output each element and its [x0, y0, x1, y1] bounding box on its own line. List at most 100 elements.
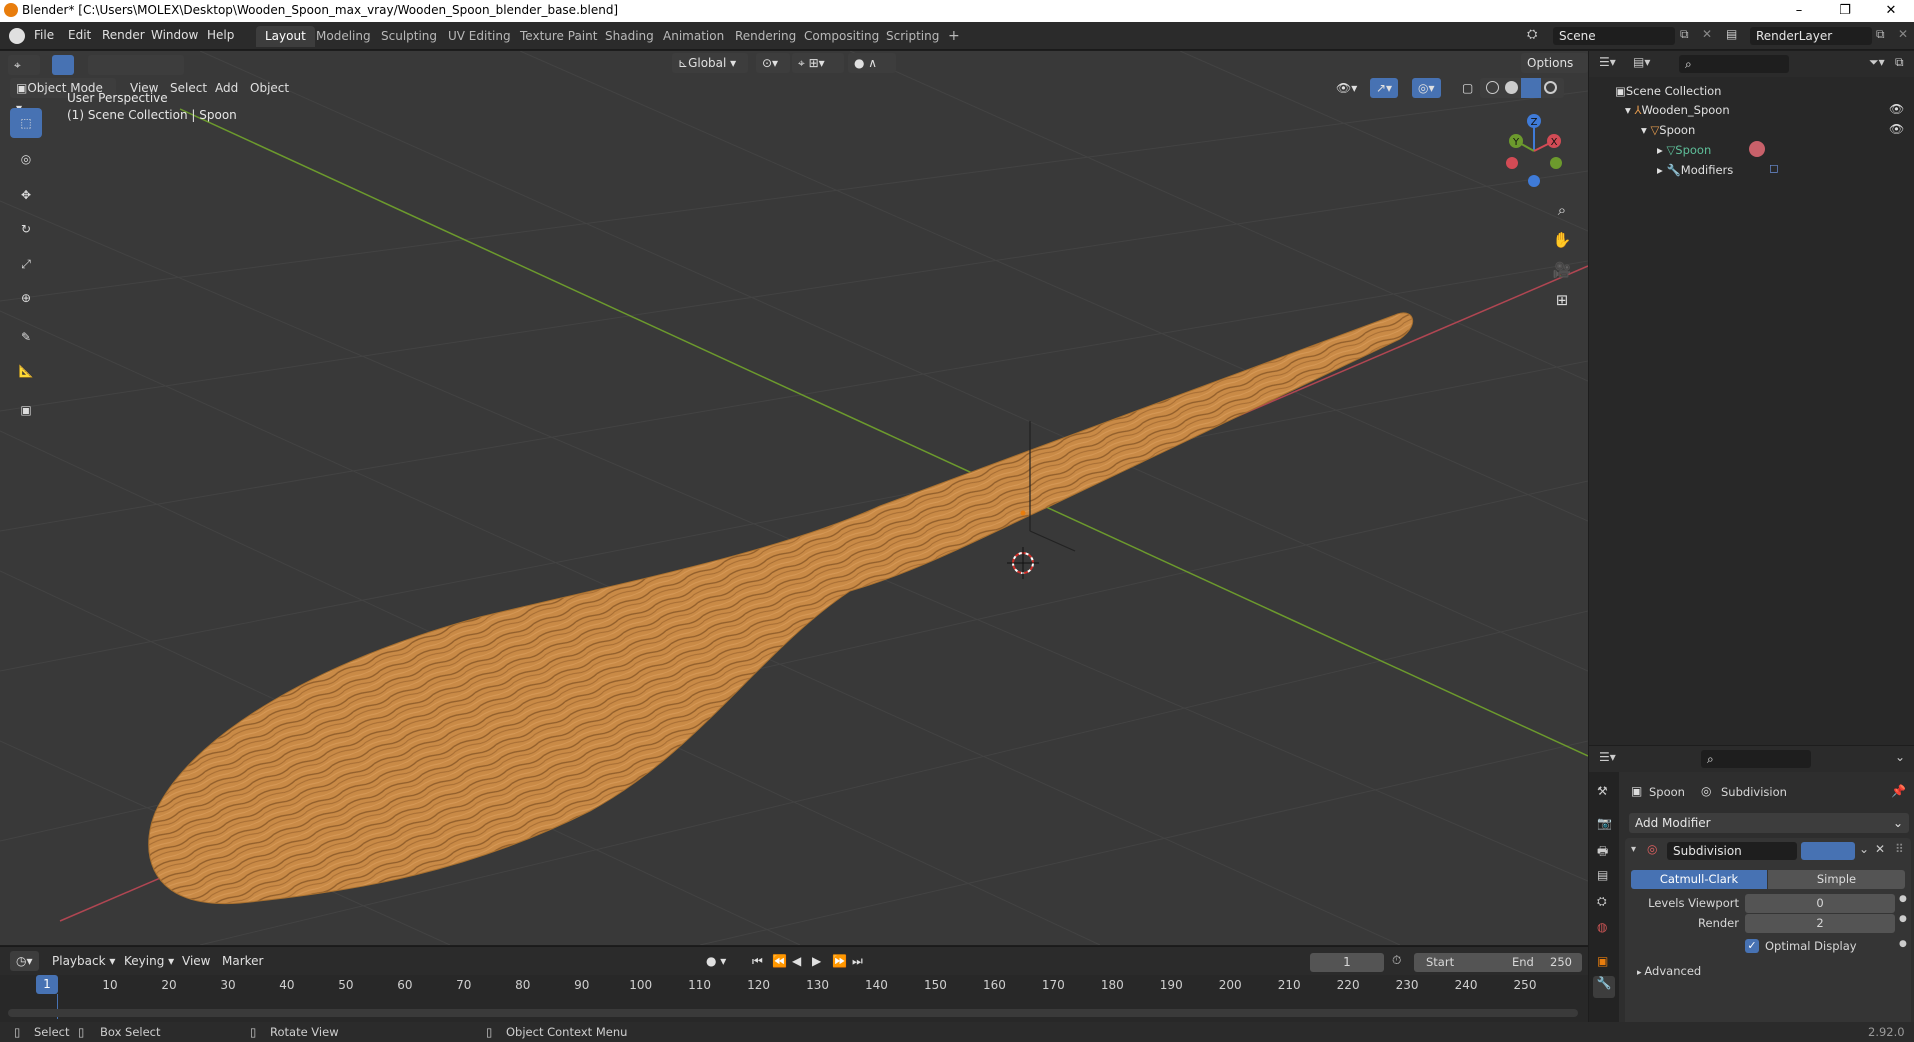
current-frame-field[interactable]: 1 — [1310, 953, 1384, 972]
tab-layout[interactable]: Layout — [256, 26, 315, 47]
end-frame-field[interactable]: End 250 — [1502, 953, 1582, 972]
modifier-tab-icon[interactable]: 🔧 — [1593, 976, 1615, 998]
transform-orientation-dropdown[interactable]: ⊾ Global ▾ — [672, 53, 748, 73]
editor-type-icon[interactable]: ☰▾ — [1599, 55, 1616, 69]
tool-tab-icon[interactable]: ⚒ — [1597, 784, 1608, 798]
object-tab-icon[interactable]: ▣ — [1597, 954, 1608, 968]
modifier-name-field[interactable]: Subdivision — [1667, 842, 1797, 860]
timeline[interactable]: ◷▾ Playback ▾ Keying ▾ View Marker ● ▾ ⏮… — [0, 946, 1588, 1023]
scene-icon[interactable]: ⛭ — [1527, 27, 1545, 45]
3d-viewport[interactable]: ⌖ ⊾ Global ▾ ⊙▾ ⌖ ⊞▾ ● ∧ Options ▾ ▣ Obj… — [0, 51, 1588, 945]
outliner-item-spoon-object[interactable]: ▾ ▽ Spoon — [1641, 123, 1695, 137]
drag-handle-icon[interactable]: ⠿ — [1895, 842, 1904, 856]
scale-tool-icon[interactable]: ⤢ — [10, 249, 42, 279]
menu-file[interactable]: File — [34, 28, 54, 42]
visibility-eye-icon[interactable]: 👁 — [1889, 122, 1904, 136]
view-layer-icon[interactable]: ▤ — [1726, 27, 1737, 41]
menu-select[interactable]: Select — [164, 78, 213, 98]
properties-search-input[interactable]: ⌕ — [1701, 750, 1811, 768]
outliner[interactable]: ☰▾ ▤▾ ⌕ ⏷▾ ⧉ ▣ Scene Collection ▾ ⅄ Wood… — [1589, 51, 1914, 745]
visibility-eye-icon[interactable]: 👁 — [1889, 102, 1904, 116]
wireframe-shading-icon[interactable] — [1486, 81, 1499, 94]
keyframe-dot-icon[interactable]: ● — [1899, 939, 1907, 949]
editor-type-icon[interactable]: ◷▾ — [10, 951, 39, 971]
tab-texture-paint[interactable]: Texture Paint — [511, 26, 606, 47]
tab-rendering[interactable]: Rendering — [726, 26, 805, 47]
pan-hand-icon[interactable]: ✋ — [1548, 226, 1576, 254]
outliner-item-spoon-mesh[interactable]: ▸ ▽ Spoon — [1657, 143, 1711, 157]
chevron-down-icon[interactable]: ⌄ — [1895, 750, 1905, 764]
visibility-dropdown[interactable]: 👁▾ — [1330, 78, 1363, 98]
chevron-down-icon[interactable]: ⌄ — [1859, 842, 1869, 856]
properties-editor[interactable]: ☰▾ ⌕ ⌄ ⚒ 📷 🖶 ▤ ⛭ ◍ ▣ 🔧 ▣ Spoon ◎ Subdivi… — [1589, 746, 1914, 1042]
outliner-item-modifiers[interactable]: ▸ 🔧 Modifiers — [1657, 163, 1733, 177]
play-reverse-icon[interactable]: ◀ — [786, 951, 807, 971]
simple-button[interactable]: Simple — [1768, 870, 1905, 889]
select-box-tool-icon[interactable] — [52, 55, 74, 75]
advanced-subpanel[interactable]: ▸ Advanced — [1637, 964, 1701, 978]
annotate-tool-icon[interactable]: ✎ — [10, 322, 42, 352]
cursor-tool-icon[interactable]: ◎ — [10, 144, 42, 174]
scene-name-field[interactable]: Scene — [1553, 27, 1675, 45]
catmull-clark-button[interactable]: Catmull-Clark — [1631, 870, 1767, 889]
tab-uv-editing[interactable]: UV Editing — [439, 26, 520, 47]
new-scene-icon[interactable]: ⧉ — [1680, 27, 1689, 42]
minimize-button[interactable]: – — [1776, 0, 1822, 22]
menu-playback[interactable]: Playback ▾ — [46, 951, 121, 971]
filter-icon[interactable]: ⏷▾ — [1869, 55, 1885, 70]
editor-type-icon[interactable]: ☰▾ — [1599, 750, 1616, 764]
move-tool-icon[interactable]: ✥ — [10, 180, 42, 210]
gizmo-toggle[interactable]: ↗▾ — [1370, 78, 1399, 98]
world-tab-icon[interactable]: ◍ — [1597, 920, 1607, 934]
selection-mode-buttons[interactable] — [88, 55, 184, 75]
maximize-button[interactable]: ❐ — [1822, 0, 1868, 22]
keyframe-dot-icon[interactable]: ● — [1899, 894, 1907, 904]
zoom-icon[interactable]: ⌕ — [1548, 196, 1576, 224]
keyframe-dot-icon[interactable]: ● — [1899, 914, 1907, 924]
menu-keying[interactable]: Keying ▾ — [118, 951, 180, 971]
timeline-scrollbar[interactable] — [8, 1009, 1578, 1017]
tab-scripting[interactable]: Scripting — [877, 26, 948, 47]
collapse-arrow-icon[interactable]: ▸ — [1657, 143, 1666, 157]
solid-shading-icon[interactable] — [1505, 81, 1518, 94]
add-workspace-button[interactable]: + — [939, 26, 969, 47]
collapse-arrow-icon[interactable]: ▾ — [1631, 844, 1636, 855]
menu-window[interactable]: Window — [151, 28, 198, 42]
tab-shading[interactable]: Shading — [596, 26, 663, 47]
add-modifier-dropdown[interactable]: Add Modifier ⌄ — [1629, 813, 1909, 833]
menu-add[interactable]: Add — [209, 78, 244, 98]
add-cube-tool-icon[interactable]: ▣ — [10, 395, 42, 425]
shading-mode-buttons[interactable] — [1480, 78, 1564, 98]
pin-icon[interactable]: 📌 — [1891, 784, 1906, 798]
modifier-visibility-toggles[interactable] — [1801, 842, 1855, 860]
navigation-gizmo[interactable]: Z Y X — [1494, 111, 1574, 191]
new-collection-icon[interactable]: ⧉ — [1895, 55, 1904, 70]
new-view-layer-icon[interactable]: ⧉ — [1876, 27, 1885, 42]
select-tool-icon[interactable]: ⬚ — [10, 108, 42, 138]
proportional-editing-toggle[interactable]: ● ∧ — [848, 53, 896, 73]
subdivision-modifier-icon[interactable]: ◻ — [1769, 161, 1779, 175]
outliner-search-input[interactable]: ⌕ — [1679, 55, 1789, 73]
options-dropdown[interactable]: Options ▾ — [1521, 53, 1588, 90]
tab-sculpting[interactable]: Sculpting — [372, 26, 446, 47]
pivot-point-dropdown[interactable]: ⊙▾ — [756, 53, 790, 73]
menu-help[interactable]: Help — [207, 28, 234, 42]
rotate-tool-icon[interactable]: ↻ — [10, 214, 42, 244]
xray-toggle[interactable]: ▢ — [1456, 78, 1479, 98]
jump-end-icon[interactable]: ⏭ — [846, 951, 869, 971]
menu-render[interactable]: Render — [102, 28, 145, 42]
rendered-shading-icon[interactable] — [1544, 81, 1557, 94]
blender-menu-icon[interactable] — [9, 28, 25, 44]
menu-marker[interactable]: Marker — [216, 951, 269, 971]
outliner-item-scene-collection[interactable]: ▣ Scene Collection — [1615, 84, 1721, 98]
editor-type-button[interactable]: ⌖ — [8, 55, 40, 75]
tab-compositing[interactable]: Compositing — [795, 26, 888, 47]
material-preview-shading-icon[interactable] — [1521, 78, 1541, 98]
play-icon[interactable]: ▶ — [806, 951, 827, 971]
transform-tool-icon[interactable]: ⊕ — [10, 283, 42, 313]
collapse-arrow-icon[interactable]: ▸ — [1657, 163, 1666, 177]
view-layer-tab-icon[interactable]: ▤ — [1597, 868, 1608, 882]
outliner-item-wooden-spoon[interactable]: ▾ ⅄ Wooden_Spoon — [1625, 103, 1730, 117]
close-icon[interactable]: ✕ — [1875, 842, 1885, 856]
ortho-grid-icon[interactable]: ⊞ — [1548, 286, 1576, 314]
